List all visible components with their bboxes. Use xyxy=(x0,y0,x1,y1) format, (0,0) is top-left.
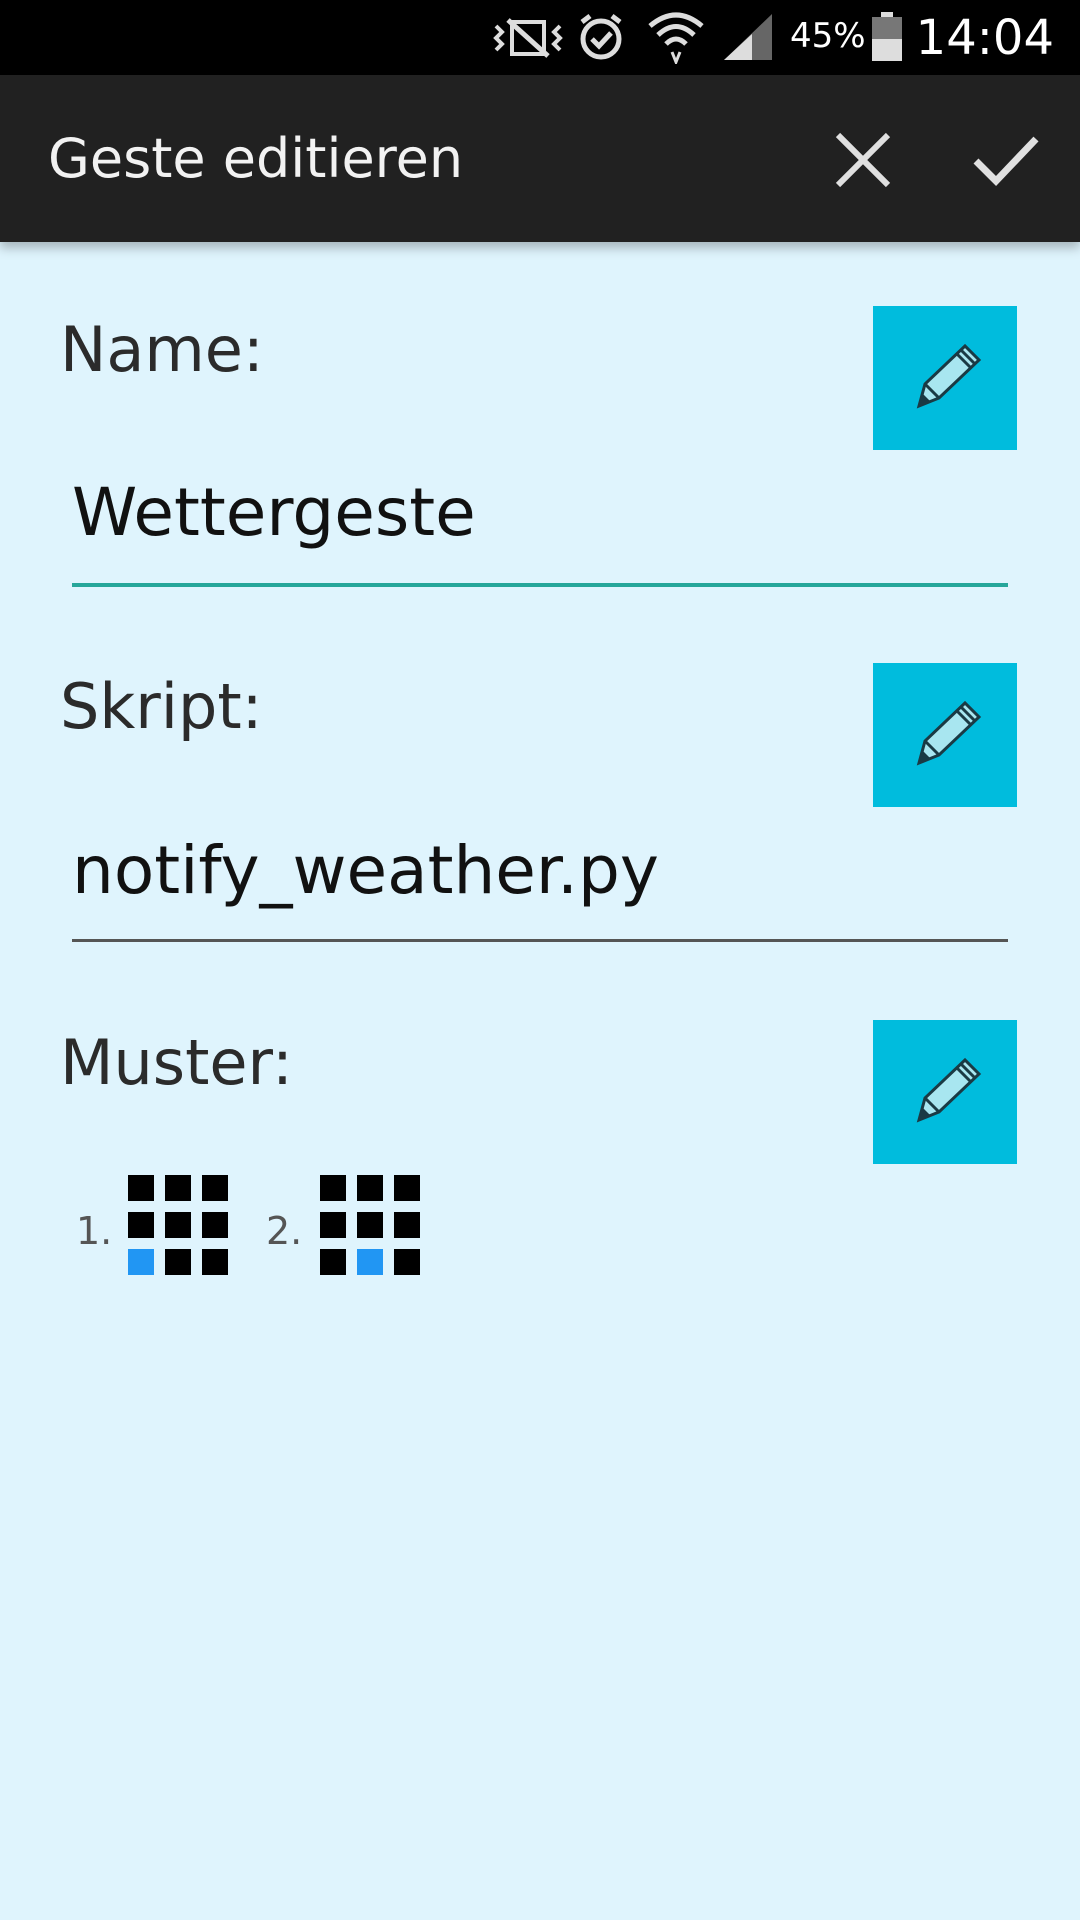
pattern-step-number: 2. xyxy=(266,1209,303,1253)
status-icons: 45% 14:04 xyxy=(0,0,1080,75)
wifi-icon xyxy=(648,12,704,64)
pattern-cell xyxy=(394,1249,420,1275)
pattern-cell xyxy=(394,1212,420,1238)
pencil-icon xyxy=(916,343,982,409)
pattern-cell xyxy=(165,1212,191,1238)
pencil-icon xyxy=(916,1057,982,1123)
pattern-cell xyxy=(320,1175,346,1201)
name-field-underline xyxy=(72,583,1008,587)
close-icon xyxy=(835,132,891,188)
pattern-grid xyxy=(128,1175,230,1277)
clock: 14:04 xyxy=(915,10,1054,66)
pencil-icon xyxy=(916,700,982,766)
app-bar: Geste editieren xyxy=(0,75,1080,242)
alarm-icon xyxy=(580,14,622,60)
pattern-step-number: 1. xyxy=(76,1209,113,1253)
script-field-underline xyxy=(72,939,1008,942)
edit-pattern-button[interactable] xyxy=(873,1020,1017,1164)
status-bar: 45% 14:04 xyxy=(0,0,1080,75)
pattern-cell xyxy=(202,1212,228,1238)
battery-icon xyxy=(872,12,902,61)
pattern-label: Muster: xyxy=(60,1026,293,1099)
edit-script-button[interactable] xyxy=(873,663,1017,807)
pattern-cell xyxy=(357,1175,383,1201)
close-button[interactable] xyxy=(828,125,898,195)
edit-name-button[interactable] xyxy=(873,306,1017,450)
page-title: Geste editieren xyxy=(48,127,464,190)
pattern-cell xyxy=(128,1175,154,1201)
pattern-cell xyxy=(128,1249,154,1275)
pattern-cell xyxy=(202,1249,228,1275)
pattern-cell xyxy=(128,1212,154,1238)
confirm-button[interactable] xyxy=(970,125,1040,195)
pattern-cell xyxy=(394,1175,420,1201)
pattern-cell xyxy=(320,1249,346,1275)
script-label: Skript: xyxy=(60,670,263,743)
check-icon xyxy=(973,136,1039,187)
pattern-cell xyxy=(165,1175,191,1201)
pattern-cell xyxy=(165,1249,191,1275)
pattern-cell xyxy=(357,1249,383,1275)
name-field[interactable]: Wettergeste xyxy=(72,474,1008,551)
name-label: Name: xyxy=(60,313,264,386)
signal-icon xyxy=(724,14,772,60)
script-field[interactable]: notify_weather.py xyxy=(72,832,1008,909)
pattern-cell xyxy=(202,1175,228,1201)
pattern-cell xyxy=(320,1212,346,1238)
pattern-cell xyxy=(357,1212,383,1238)
battery-percent: 45% xyxy=(790,16,866,56)
pattern-grid xyxy=(320,1175,422,1277)
vibrate-mute-icon xyxy=(493,18,563,58)
